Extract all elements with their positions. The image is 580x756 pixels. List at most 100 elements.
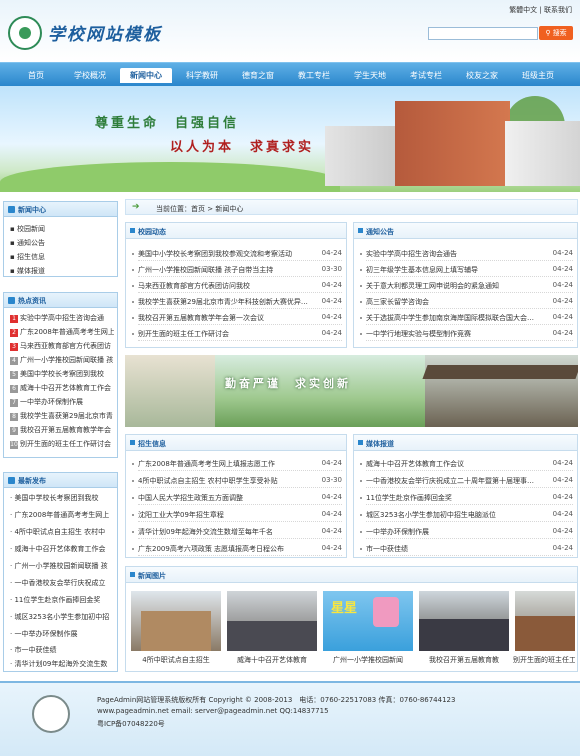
school-logo[interactable] (8, 16, 42, 50)
latest-item[interactable]: · 一中香港校友会举行庆祝成立 (10, 578, 114, 588)
sidebar-item-school-news[interactable]: ▪ 校园新闻 (10, 224, 114, 234)
footer-copyright: PageAdmin网站管理系统版权所有 Copyright © 2008-201… (97, 696, 456, 704)
latest-item[interactable]: · 一中举办环保制作展 (10, 629, 114, 639)
list-item[interactable]: 广州一小学推校园新闻联播 孩子自带当主持 03-30 (132, 263, 342, 277)
sidebar-hot-news: 热点资讯 1 实验中学高中招生咨询会通 2 广东2008年普通高考考生网上 3 马来西… (3, 292, 118, 458)
hot-item[interactable]: 3 马来西亚教育部官方代表团访 (10, 341, 114, 351)
photo-caption[interactable]: 广州一小学推校园新闻 (321, 655, 415, 665)
nav-research[interactable]: 科学教研 (176, 68, 228, 83)
sidebar-title: 最新发布 (18, 477, 46, 485)
latest-item[interactable]: · 美国中学校长考察团到我校 (10, 493, 114, 503)
top-links[interactable]: 繁體中文 | 联系我们 (509, 5, 572, 15)
nav-home[interactable]: 首页 (10, 68, 62, 83)
news-photo[interactable] (419, 591, 509, 651)
box-title[interactable]: 新闻图片 (138, 571, 166, 581)
sidebar-item-notices[interactable]: ▪ 通知公告 (10, 238, 114, 248)
box-title[interactable]: 招生信息 (138, 439, 166, 449)
list-item[interactable]: 实验中学高中招生咨询会通告 04-24 (360, 247, 573, 261)
banner-slogan-2: 以人为本 求真求实 (170, 140, 315, 155)
hot-item[interactable]: 1 实验中学高中招生咨询会通 (10, 313, 114, 323)
list-item[interactable]: 关于选拔高中学生参加南京海岸国际模拟联合国大会… 04-24 (360, 311, 573, 325)
folder-icon (8, 297, 15, 304)
list-item[interactable]: 中国人民大学招生政策五方面调整 04-24 (132, 491, 342, 505)
sidebar-title: 新闻中心 (18, 206, 46, 214)
box-title[interactable]: 通知公告 (366, 227, 394, 237)
bullet-icon (358, 228, 363, 233)
news-photo[interactable] (131, 591, 221, 651)
breadcrumb-text[interactable]: 当前位置：首页 > 新闻中心 (156, 204, 243, 214)
photo-caption[interactable]: 4所中职试点自主招生 (129, 655, 223, 665)
latest-item[interactable]: · 11位学生赴京作画捧回金奖 (10, 595, 114, 605)
hot-item[interactable]: 6 威海十中召开艺体教育工作会 (10, 383, 114, 393)
nav-alumni[interactable]: 校友之家 (456, 68, 508, 83)
nav-about[interactable]: 学校概况 (64, 68, 116, 83)
list-item[interactable]: 广东2008年普通高考考生网上填报志愿工作 04-24 (132, 457, 342, 471)
mid-banner-slogan: 勤奋严谨 求实创新 (225, 377, 351, 390)
list-item[interactable]: 我校召开第五届教育教学年会第一次会议 04-24 (132, 311, 342, 325)
list-item[interactable]: 一中举办环保制作展 04-24 (360, 525, 573, 539)
search-button-label: 搜索 (552, 29, 567, 37)
list-item[interactable]: 一中香港校友会举行庆祝成立二十周年暨第十届理事… 04-24 (360, 474, 573, 488)
hot-item[interactable]: 8 我校学生喜获第29届北京市青 (10, 411, 114, 421)
list-item[interactable]: 高三家长留学咨询会 04-24 (360, 295, 573, 309)
search-input[interactable] (428, 27, 538, 40)
hot-item[interactable]: 9 我校召开第五届教育教学年会 (10, 425, 114, 435)
nav-students[interactable]: 学生天地 (344, 68, 396, 83)
list-item[interactable]: 清华计划09年起海外交流生数增至每年千名 04-24 (132, 525, 342, 539)
list-item[interactable]: 广东2009高考六项政策 志愿填报高考日程公布 04-24 (132, 542, 342, 556)
box-title[interactable]: 媒体报道 (366, 439, 394, 449)
list-item[interactable]: 城区3253名小学生参加初中招生电脑派位 04-24 (360, 508, 573, 522)
list-item[interactable]: 市一中获佳绩 04-24 (360, 542, 573, 556)
sidebar-item-admission[interactable]: ▪ 招生信息 (10, 252, 114, 262)
site-title[interactable]: 学校网站模板 (48, 20, 162, 45)
hot-item[interactable]: 10 别开生面的班主任工作研讨会 (10, 439, 114, 449)
nav-exams[interactable]: 考试专栏 (400, 68, 452, 83)
latest-item[interactable]: · 广东2008年普通高考考生网上 (10, 510, 114, 520)
sidebar-header: 新闻中心 (4, 202, 117, 217)
mid-banner: 勤奋严谨 求实创新 (125, 355, 578, 427)
latest-item[interactable]: · 威海十中召开艺体教育工作会 (10, 544, 114, 554)
list-item[interactable]: 美国中小学校长考察团到我校参观交流和考察活动 04-24 (132, 247, 342, 261)
photo-caption[interactable]: 别开生面的班主任工 (513, 655, 575, 665)
list-item[interactable]: 我校学生喜获第29届北京市青少年科技创新大赛优异… 04-24 (132, 295, 342, 309)
box-title[interactable]: 校园动态 (138, 227, 166, 237)
list-item[interactable]: 威海十中召开艺体教育工作会议 04-24 (360, 457, 573, 471)
hot-item[interactable]: 2 广东2008年普通高考考生网上 (10, 327, 114, 337)
news-photo[interactable] (227, 591, 317, 651)
nav-news[interactable]: 新闻中心 (120, 68, 172, 83)
latest-item[interactable]: · 广州一小学推校园新闻联播 孩 (10, 561, 114, 571)
list-item[interactable]: 4所中职试点自主招生 农村中职学生享受补贴 03-30 (132, 474, 342, 488)
hot-item[interactable]: 5 美国中学校长考察团到我校 (10, 369, 114, 379)
hot-item[interactable]: 4 广州一小学推校园新闻联播 孩 (10, 355, 114, 365)
news-photo[interactable]: 星星 (323, 591, 413, 651)
nav-classes[interactable]: 班级主页 (512, 68, 564, 83)
footer-icp[interactable]: 粤ICP备07048220号 (97, 719, 165, 729)
latest-item[interactable]: · 清华计划09年起海外交流生数 (10, 659, 114, 669)
hot-item[interactable]: 7 一中举办环保制作展 (10, 397, 114, 407)
nav-staff[interactable]: 教工专栏 (288, 68, 340, 83)
news-photo[interactable] (515, 591, 575, 651)
latest-item[interactable]: · 市一中获佳绩 (10, 645, 114, 655)
photo-caption[interactable]: 我校召开第五届教育教 (417, 655, 511, 665)
latest-item[interactable]: · 城区3253名小学生参加初中招 (10, 612, 114, 622)
nav-moral[interactable]: 德育之窗 (232, 68, 284, 83)
banner-building (395, 101, 510, 186)
folder-icon (8, 206, 15, 213)
school-news-box: 校园动态 美国中小学校长考察团到我校参观交流和考察活动 04-24 广州一小学推校… (125, 222, 347, 348)
latest-item[interactable]: · 4所中职试点自主招生 农村中 (10, 527, 114, 537)
sidebar-item-media[interactable]: ▪ 媒体报道 (10, 266, 114, 276)
list-item[interactable]: 一中学行地理实验与模型制作竞赛 04-24 (360, 327, 573, 341)
photo-caption[interactable]: 威海十中召开艺体教育 (225, 655, 319, 665)
list-item[interactable]: 初三年级学生基本信息网上填写辅导 04-24 (360, 263, 573, 277)
list-item[interactable]: 沈阳工业大学09年招生章程 04-24 (132, 508, 342, 522)
search-icon: ⚲ (545, 29, 551, 37)
arrow-icon: ➔ (132, 202, 140, 212)
search-button[interactable]: ⚲ 搜索 (539, 26, 573, 40)
list-item[interactable]: 关于意大利都灵理工网申说明会的紧急通知 04-24 (360, 279, 573, 293)
bullet-icon (130, 440, 135, 445)
list-item[interactable]: 11位学生赴京作画捧回金奖 04-24 (360, 491, 573, 505)
notices-box: 通知公告 实验中学高中招生咨询会通告 04-24 初三年级学生基本信息网上填写辅导… (353, 222, 578, 348)
footer-contact[interactable]: www.pageadmin.net email: server@pageadmi… (97, 707, 329, 715)
list-item[interactable]: 马来西亚教育部官方代表团访问我校 04-24 (132, 279, 342, 293)
list-item[interactable]: 别开生面的班主任工作研讨会 04-24 (132, 327, 342, 341)
